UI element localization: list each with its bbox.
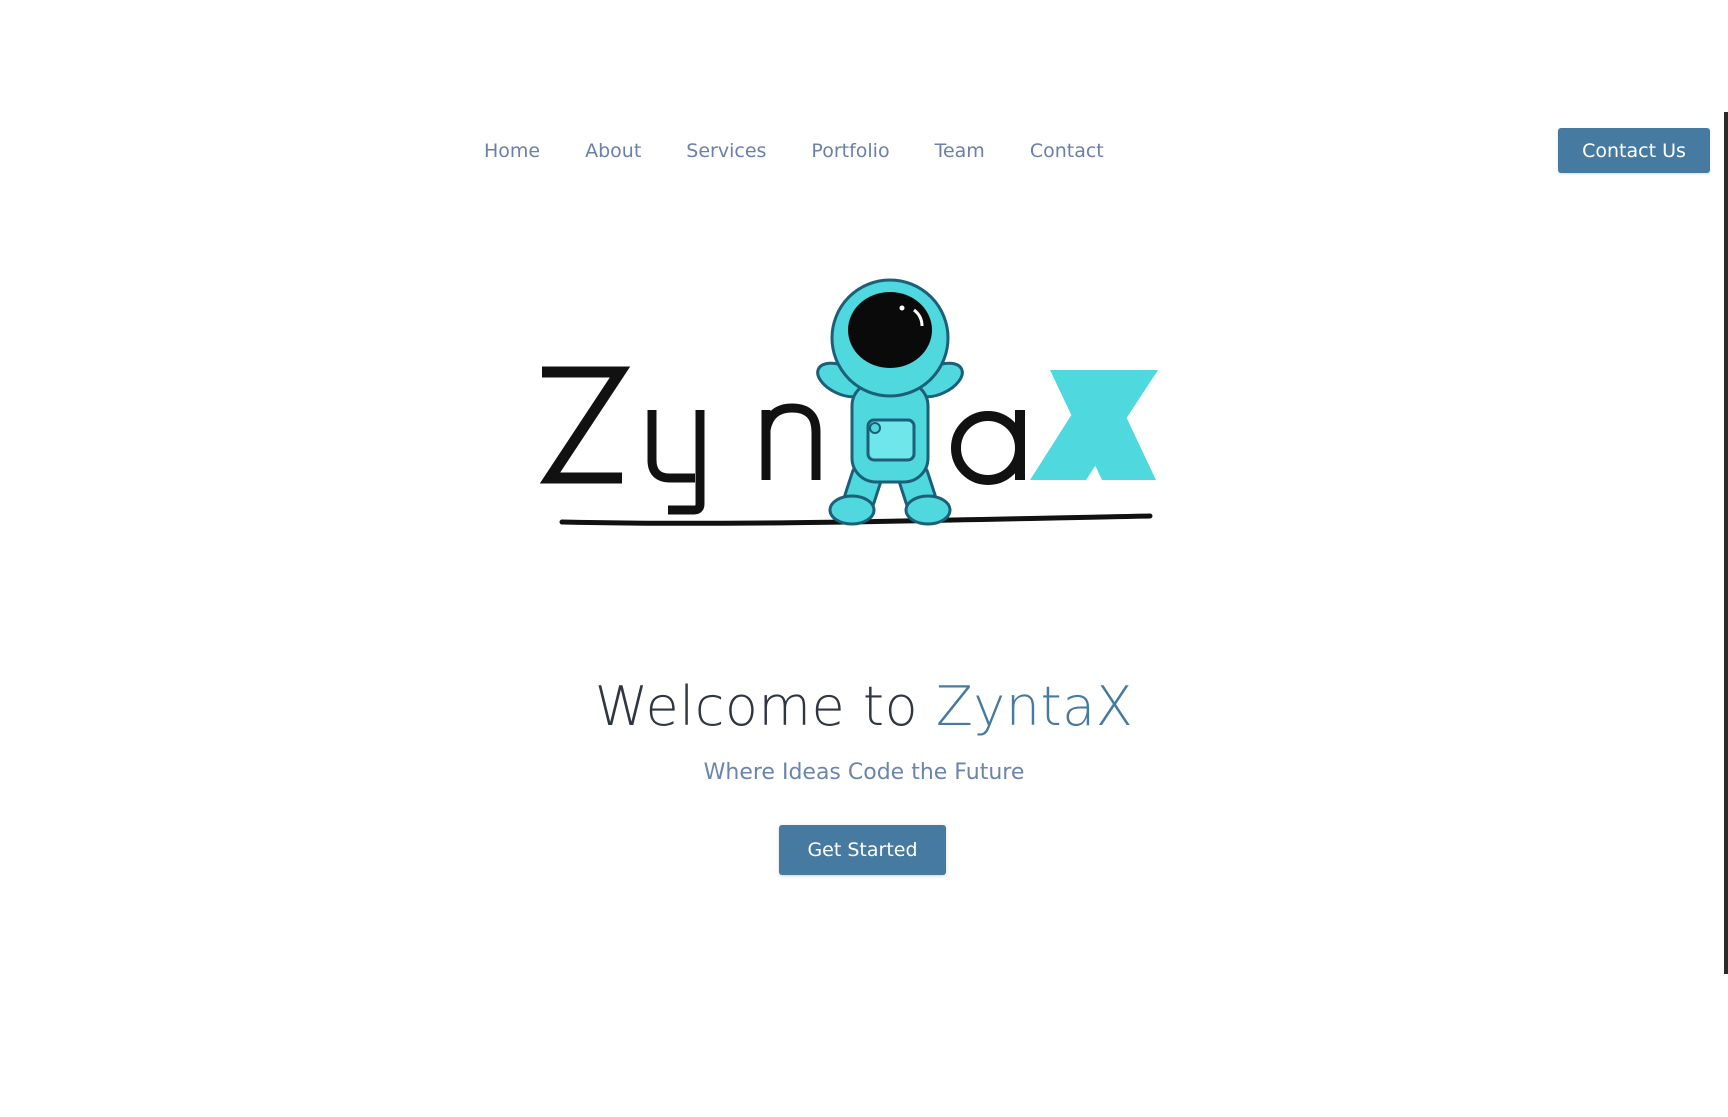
nav-item-team[interactable]: Team [935, 140, 985, 162]
page: Home About Services Portfolio Team Conta… [0, 0, 1728, 1117]
nav-item-home[interactable]: Home [484, 140, 540, 162]
scrollbar[interactable] [1724, 112, 1728, 974]
zyntax-logo [530, 270, 1200, 545]
nav-item-about[interactable]: About [585, 140, 641, 162]
nav-item-portfolio[interactable]: Portfolio [811, 140, 889, 162]
contact-us-button[interactable]: Contact Us [1558, 128, 1710, 173]
nav-item-contact[interactable]: Contact [1030, 140, 1104, 162]
nav-item-services[interactable]: Services [686, 140, 766, 162]
hero-subtitle: Where Ideas Code the Future [703, 760, 1025, 785]
nav-links: Home About Services Portfolio Team Conta… [484, 128, 1149, 174]
top-nav: Home About Services Portfolio Team Conta… [0, 128, 1728, 174]
hero-title-brand: ZyntaX [935, 675, 1134, 738]
hero-title: Welcome to ZyntaX [0, 675, 1728, 738]
get-started-button[interactable]: Get Started [779, 825, 946, 875]
astronaut-icon [816, 278, 964, 526]
hero-title-prefix: Welcome to [594, 675, 936, 738]
